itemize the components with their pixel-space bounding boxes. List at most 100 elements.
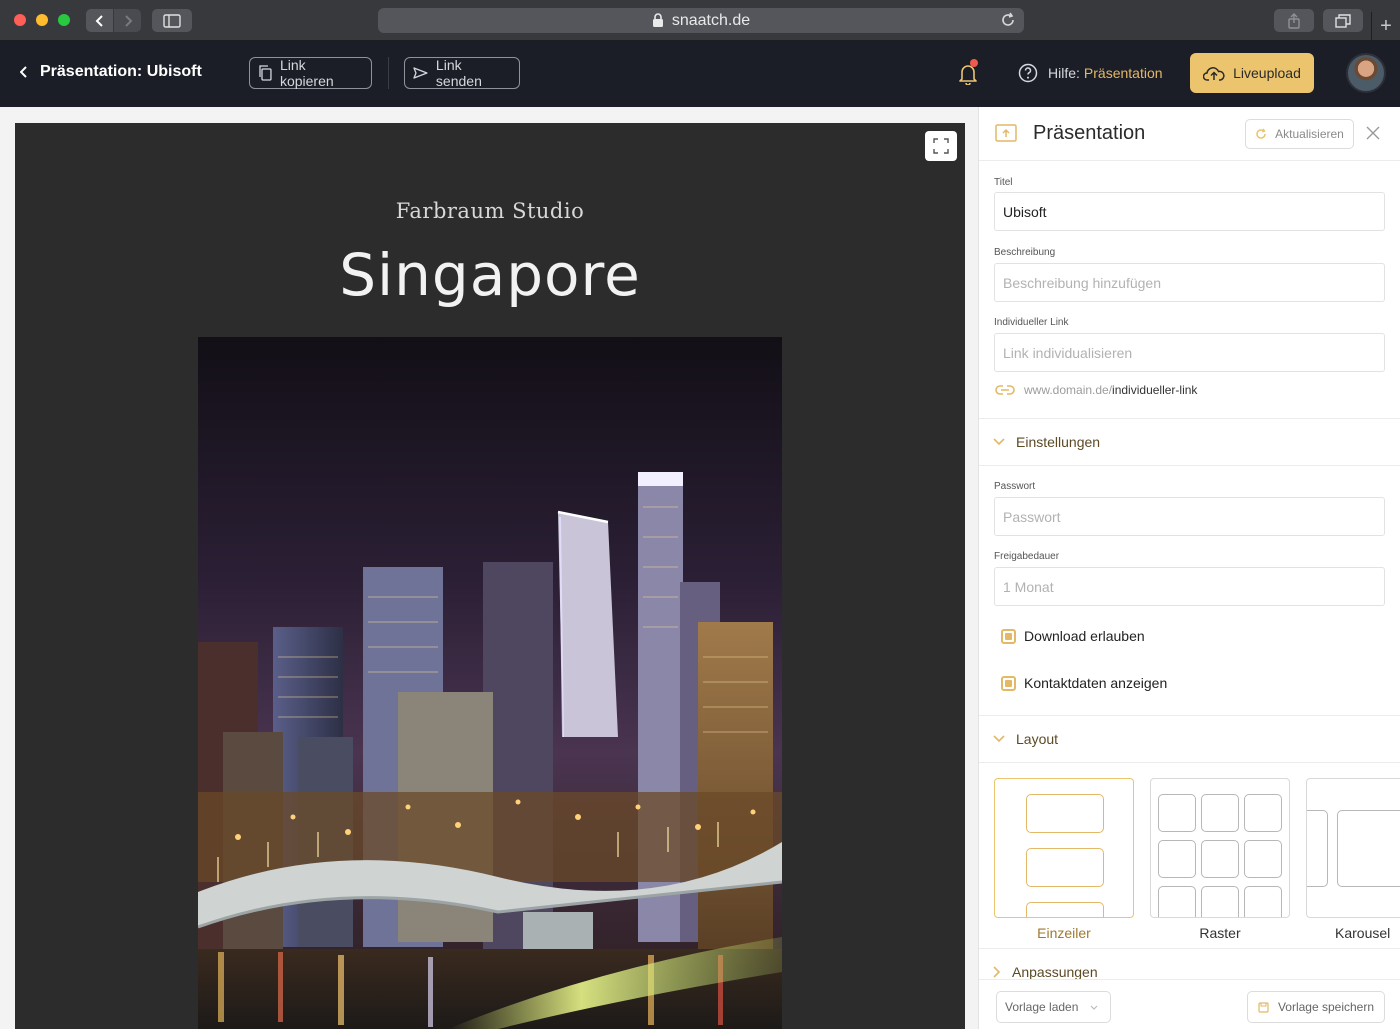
preview-stage: Farbraum Studio Singapore (0, 107, 978, 1029)
sidebar-toggle-button[interactable] (152, 9, 192, 32)
chevron-right-icon (124, 14, 132, 27)
address-bar[interactable]: snaatch.de (378, 8, 1024, 33)
description-field[interactable]: Beschreibung hinzufügen (994, 263, 1385, 302)
close-window-button[interactable] (14, 14, 26, 26)
browser-chrome: snaatch.de + (0, 0, 1400, 41)
chevron-down-icon (993, 735, 1005, 743)
app-header: Präsentation: Ubisoft Link kopieren Link… (0, 41, 1400, 107)
title-field[interactable]: Ubisoft (994, 192, 1385, 231)
link-slug: individueller-link (1112, 383, 1198, 397)
layout-option-single[interactable] (994, 778, 1134, 918)
link-domain: www.domain.de/ (1024, 383, 1113, 397)
tabs-overview-button[interactable] (1323, 9, 1363, 32)
reload-icon[interactable] (1000, 12, 1016, 28)
liveupload-button[interactable]: Liveupload (1190, 53, 1314, 93)
download-checkbox-row[interactable]: Download erlauben (1001, 628, 1145, 644)
divider (979, 465, 1400, 466)
share-duration-field[interactable]: 1 Monat (994, 567, 1385, 606)
back-to-overview[interactable]: Präsentation: Ubisoft (20, 63, 202, 81)
gallery-title: Singapore (339, 241, 641, 309)
refresh-label: Aktualisieren (1275, 127, 1344, 141)
download-label: Download erlauben (1024, 628, 1145, 644)
contact-checkbox-row[interactable]: Kontaktdaten anzeigen (1001, 675, 1167, 691)
sidebar-icon (163, 13, 181, 28)
layout-section-toggle[interactable]: Layout (993, 731, 1058, 747)
lock-icon (652, 13, 663, 27)
layout-label-grid: Raster (1199, 925, 1241, 941)
avatar[interactable] (1346, 53, 1386, 93)
contact-label: Kontaktdaten anzeigen (1024, 675, 1168, 691)
divider (979, 715, 1400, 716)
customizations-heading: Anpassungen (1012, 964, 1098, 980)
description-label: Beschreibung (994, 247, 1056, 258)
send-link-label: Link senden (435, 57, 482, 89)
liveupload-label: Liveupload (1233, 65, 1301, 81)
divider (979, 762, 1400, 763)
password-field[interactable]: Passwort (994, 497, 1385, 536)
custom-link-field[interactable]: Link individualisieren (994, 333, 1385, 372)
presentation-preview: Farbraum Studio Singapore (15, 123, 965, 1029)
copy-link-button[interactable]: Link kopieren (249, 57, 372, 89)
help-topic: Präsentation (1083, 65, 1163, 81)
chevron-left-icon (20, 66, 27, 78)
panel-footer: Vorlage laden Vorlage speichern (979, 979, 1400, 1029)
load-template-label: Vorlage laden (1005, 1000, 1079, 1014)
divider (979, 948, 1400, 949)
panel-header: Präsentation Aktualisieren (979, 107, 1400, 161)
layout-label-carousel: Karousel (1335, 925, 1391, 941)
cover-photo (198, 337, 782, 1029)
fullscreen-button[interactable] (925, 131, 957, 161)
settings-section-toggle[interactable]: Einstellungen (993, 434, 1100, 450)
notification-badge (970, 59, 978, 67)
copy-link-label: Link kopieren (279, 57, 334, 89)
download-checkbox[interactable] (1001, 628, 1016, 644)
share-button[interactable] (1274, 9, 1314, 32)
load-template-select[interactable]: Vorlage laden (996, 991, 1111, 1023)
help-icon (1018, 63, 1038, 83)
save-template-label: Vorlage speichern (1277, 1000, 1375, 1014)
layout-heading: Layout (1016, 731, 1059, 747)
browser-back-button[interactable] (86, 9, 113, 32)
fullscreen-icon (933, 138, 949, 154)
send-icon (413, 67, 428, 79)
customizations-section-toggle[interactable]: Anpassungen (993, 964, 1098, 980)
chevron-left-icon (95, 14, 103, 27)
browser-forward-button[interactable] (114, 9, 141, 32)
layout-label-single: Einzeiler (1037, 925, 1091, 941)
save-icon (1258, 1001, 1269, 1013)
chevron-down-icon (1090, 1005, 1098, 1010)
maximize-window-button[interactable] (58, 14, 70, 26)
chevron-right-icon (993, 966, 1001, 978)
page-title: Präsentation: Ubisoft (40, 63, 202, 80)
new-tab-button[interactable]: + (1371, 12, 1400, 41)
url-text: snaatch.de (671, 11, 751, 29)
share-duration-label: Freigabedauer (994, 551, 1060, 562)
password-label: Passwort (994, 481, 1036, 492)
settings-heading: Einstellungen (1016, 434, 1101, 450)
send-link-button[interactable]: Link senden (404, 57, 520, 89)
help-prefix: Hilfe: (1048, 65, 1080, 81)
divider (979, 418, 1400, 419)
contact-checkbox[interactable] (1001, 675, 1016, 691)
save-template-button[interactable]: Vorlage speichern (1247, 991, 1385, 1023)
tabs-icon (1335, 13, 1351, 28)
minimize-window-button[interactable] (36, 14, 48, 26)
custom-link-label: Individueller Link (994, 317, 1069, 328)
studio-name: Farbraum Studio (395, 199, 585, 223)
panel-title: Präsentation (1033, 122, 1146, 144)
settings-panel: Präsentation Aktualisieren Titel Ubisoft… (978, 107, 1400, 1029)
layout-option-carousel[interactable] (1306, 778, 1400, 918)
chevron-down-icon (993, 438, 1005, 446)
link-preview: www.domain.de/individueller-link (995, 383, 1197, 397)
header-divider (388, 57, 389, 89)
layout-option-grid[interactable] (1150, 778, 1290, 918)
help-link[interactable]: Hilfe: Präsentation (1018, 63, 1163, 83)
presentation-icon (995, 124, 1017, 142)
copy-icon (259, 65, 272, 81)
share-icon (1288, 12, 1300, 29)
link-icon (995, 385, 1015, 395)
refresh-button[interactable]: Aktualisieren (1245, 119, 1354, 149)
title-label: Titel (994, 177, 1013, 188)
close-icon[interactable] (1365, 125, 1381, 141)
refresh-icon (1256, 128, 1266, 139)
